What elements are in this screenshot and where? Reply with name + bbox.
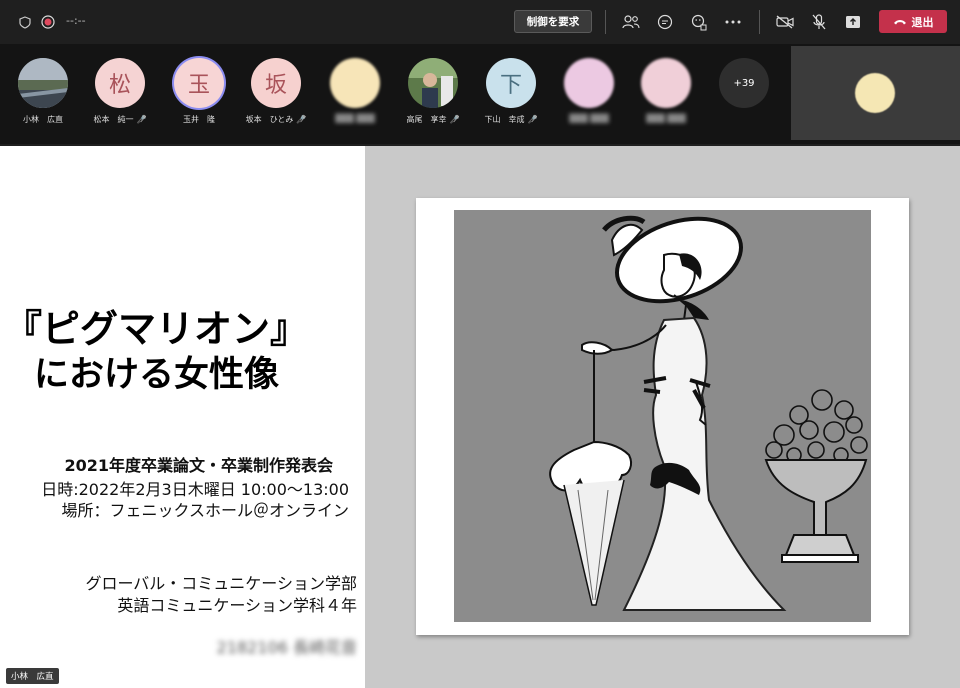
avatar: 松: [95, 58, 145, 108]
speaker-name-tag: 小林 広直: [6, 668, 59, 684]
request-control-button[interactable]: 制御を要求: [514, 10, 592, 33]
event-name: 2021年度卒業論文・卒業制作発表会: [64, 456, 333, 475]
divider: [605, 10, 606, 34]
participant-tile[interactable]: ███ ███: [549, 58, 629, 134]
meeting-toolbar: --:-- 制御を要求 退出: [0, 0, 960, 44]
recording-icon: [38, 12, 58, 32]
mic-off-icon[interactable]: [809, 12, 829, 32]
reactions-icon[interactable]: [689, 12, 709, 32]
avatar: [330, 58, 380, 108]
avatar: [18, 58, 68, 108]
leave-button[interactable]: 退出: [879, 10, 947, 33]
faculty-name: グローバル・コミュニケーション学部: [85, 574, 357, 593]
hangup-icon: [893, 20, 906, 25]
leave-label: 退出: [911, 15, 934, 29]
participant-name: ███ ███: [569, 114, 609, 123]
participant-name: 松本 純一 🎤̸: [93, 115, 147, 124]
participant-tile[interactable]: 下 下山 幸成 🎤̸: [471, 58, 551, 134]
participant-tile[interactable]: 高尾 享幸 🎤̸: [393, 58, 473, 134]
participants-icon[interactable]: [621, 12, 641, 32]
more-participants-button[interactable]: +39: [719, 58, 769, 108]
mic-off-icon: 🎤̸: [527, 115, 538, 124]
participant-name: 坂本 ひとみ 🎤̸: [245, 115, 307, 124]
participant-name: 下山 幸成 🎤̸: [484, 115, 538, 124]
participant-tile[interactable]: 坂 坂本 ひとみ 🎤̸: [236, 58, 316, 134]
participant-name: 小林 広直: [23, 115, 63, 124]
shared-screen: 『ピグマリオン』 における女性像 2021年度卒業論文・卒業制作発表会 日時:2…: [0, 146, 960, 688]
participant-tile[interactable]: 玉 玉井 隆: [159, 58, 239, 134]
camera-off-icon[interactable]: [775, 12, 795, 32]
mic-off-icon: 🎤̸: [136, 115, 147, 124]
share-screen-icon[interactable]: [843, 12, 863, 32]
slide-title-line2: における女性像: [34, 355, 280, 395]
mic-off-icon: 🎤̸: [449, 115, 460, 124]
slide-text-area: 『ピグマリオン』 における女性像 2021年度卒業論文・卒業制作発表会 日時:2…: [0, 146, 365, 688]
divider: [759, 10, 760, 34]
chat-icon[interactable]: [655, 12, 675, 32]
event-place: 場所：フェニックスホール＠オンライン: [61, 501, 349, 520]
department-name: 英語コミュニケーション学科４年: [117, 596, 357, 615]
avatar: [564, 58, 614, 108]
shield-icon[interactable]: [15, 12, 35, 32]
mic-off-icon: 🎤̸: [296, 115, 307, 124]
avatar: 下: [486, 58, 536, 108]
participant-tile[interactable]: ███ ███: [626, 58, 706, 134]
avatar: [641, 58, 691, 108]
participants-strip: 小林 広直 松 松本 純一 🎤̸ 玉 玉井 隆 坂 坂本 ひとみ 🎤̸ ███ ██…: [0, 44, 960, 144]
participant-tile[interactable]: 小林 広直: [3, 58, 83, 134]
participant-tile[interactable]: 松 松本 純一 🎤̸: [80, 58, 160, 134]
participant-tile[interactable]: ███ ███: [315, 58, 395, 134]
more-options-icon[interactable]: [723, 12, 743, 32]
illustration-frame: [416, 198, 909, 635]
slide-title-line1: 『ピグマリオン』: [4, 307, 309, 351]
meeting-timer: --:--: [66, 14, 86, 27]
student-name: 2182106 長崎花音: [216, 638, 357, 657]
avatar: 坂: [251, 58, 301, 108]
participant-name: 高尾 享幸 🎤̸: [406, 115, 460, 124]
participant-name: ███ ███: [335, 114, 375, 123]
participant-name: ███ ███: [646, 114, 686, 123]
avatar: 玉: [174, 58, 224, 108]
self-view: [791, 46, 960, 140]
avatar: [408, 58, 458, 108]
lady-illustration: [454, 210, 871, 622]
self-avatar: [855, 73, 895, 113]
participant-name: 玉井 隆: [183, 115, 215, 124]
